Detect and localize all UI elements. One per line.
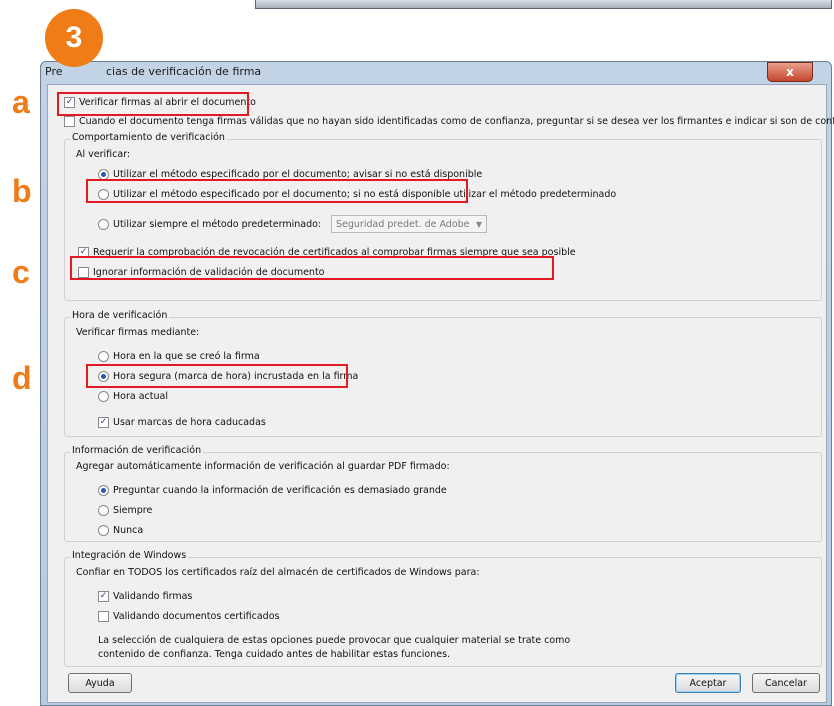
highlight-box-d xyxy=(86,364,348,388)
info-always-label: Siempre xyxy=(113,505,153,516)
time-created-option[interactable]: Hora en la que se creó la firma xyxy=(98,351,260,362)
ask-untrusted-checkbox[interactable] xyxy=(64,116,75,127)
check-icon: ✓ xyxy=(99,591,108,601)
default-method-select[interactable]: Seguridad predet. de Adobe ▼ xyxy=(331,215,487,233)
info-never-radio[interactable] xyxy=(98,525,109,536)
chevron-down-icon: ▼ xyxy=(475,219,482,229)
info-always-option[interactable]: Siempre xyxy=(98,505,152,516)
info-ask-label: Preguntar cuando la información de verif… xyxy=(113,485,447,496)
help-button[interactable]: Ayuda xyxy=(68,673,132,693)
validating-signatures-option[interactable]: ✓ Validando firmas xyxy=(98,591,192,602)
warning-text-line2: contenido de confianza. Tenga cuidado an… xyxy=(98,649,451,660)
method-always-default-radio[interactable] xyxy=(98,219,109,230)
close-button[interactable]: x xyxy=(767,62,813,82)
highlight-box-c xyxy=(70,256,554,280)
annotation-letter-a: a xyxy=(12,84,30,120)
windows-group-title: Integración de Windows xyxy=(70,550,189,561)
validating-signatures-label: Validando firmas xyxy=(113,591,193,602)
title-bar: Pre cias de verificación de firma x xyxy=(41,62,831,82)
time-group-title: Hora de verificación xyxy=(70,310,170,321)
ask-untrusted-label: Cuando el documento tenga firmas válidas… xyxy=(79,116,834,127)
step-number-badge: 3 xyxy=(45,9,103,67)
time-current-option[interactable]: Hora actual xyxy=(98,391,168,402)
expired-timestamps-checkbox[interactable]: ✓ xyxy=(98,417,109,428)
when-verifying-label: Al verificar: xyxy=(76,149,131,160)
highlight-box-a xyxy=(57,92,249,116)
highlight-box-b xyxy=(86,179,468,203)
annotation-letter-d: d xyxy=(12,360,32,396)
behavior-group-title: Comportamiento de verificación xyxy=(70,132,227,143)
info-ask-option[interactable]: Preguntar cuando la información de verif… xyxy=(98,485,447,496)
method-always-default-option[interactable]: Utilizar siempre el método predeterminad… xyxy=(98,219,321,230)
cancel-button[interactable]: Cancelar xyxy=(752,673,820,693)
dialog-content: ✓ Verificar firmas al abrir el documento… xyxy=(47,84,834,703)
dialog-title-prefix: Pre xyxy=(45,65,63,78)
annotation-letter-c: c xyxy=(12,254,30,290)
info-ask-radio[interactable] xyxy=(98,485,109,496)
validating-docs-label: Validando documentos certificados xyxy=(113,611,280,622)
time-current-label: Hora actual xyxy=(113,391,168,402)
expired-timestamps-option[interactable]: ✓ Usar marcas de hora caducadas xyxy=(98,417,266,428)
verify-using-label: Verificar firmas mediante: xyxy=(76,327,200,338)
info-always-radio[interactable] xyxy=(98,505,109,516)
validating-docs-option[interactable]: Validando documentos certificados xyxy=(98,611,279,622)
info-group-title: Información de verificación xyxy=(70,445,204,456)
info-never-label: Nunca xyxy=(113,525,144,536)
background-window-edge xyxy=(255,0,832,9)
validating-docs-checkbox[interactable] xyxy=(98,611,109,622)
time-created-radio[interactable] xyxy=(98,351,109,362)
annotation-letter-b: b xyxy=(12,173,32,209)
trust-all-label: Confiar en TODOS los certificados raíz d… xyxy=(76,567,480,578)
info-never-option[interactable]: Nunca xyxy=(98,525,143,536)
ok-button[interactable]: Aceptar xyxy=(675,673,741,693)
close-icon: x xyxy=(786,65,794,79)
expired-timestamps-label: Usar marcas de hora caducadas xyxy=(113,417,266,428)
ask-untrusted-option[interactable]: Cuando el documento tenga firmas válidas… xyxy=(64,116,834,127)
time-created-label: Hora en la que se creó la firma xyxy=(113,351,260,362)
warning-text-line1: La selección de cualquiera de estas opci… xyxy=(98,635,571,646)
default-method-value: Seguridad predet. de Adobe xyxy=(336,218,470,230)
auto-add-label: Agregar automáticamente información de v… xyxy=(76,461,450,472)
time-current-radio[interactable] xyxy=(98,391,109,402)
dialog-title: cias de verificación de firma xyxy=(106,65,262,78)
check-icon: ✓ xyxy=(99,417,108,427)
validating-signatures-checkbox[interactable]: ✓ xyxy=(98,591,109,602)
method-always-default-label: Utilizar siempre el método predeterminad… xyxy=(113,219,322,230)
